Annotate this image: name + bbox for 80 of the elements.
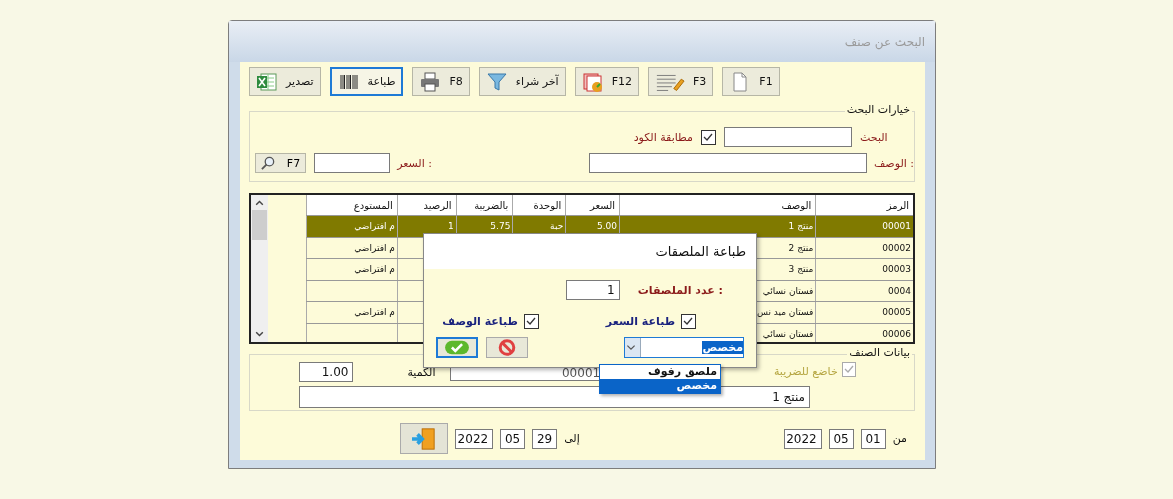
panel-legend: بيانات الصنف bbox=[847, 346, 912, 359]
table-cell: 00003 bbox=[882, 264, 911, 275]
checkbox-label: طباعة السعر bbox=[605, 315, 675, 328]
checkbox-label: خاضع للضريبة bbox=[773, 364, 838, 378]
search-label: البحث bbox=[860, 130, 889, 144]
description-label: الوصف : bbox=[873, 156, 914, 170]
table-cell: 00002 bbox=[882, 242, 911, 253]
cancel-button[interactable] bbox=[486, 337, 528, 358]
price-label: السعر : bbox=[397, 156, 432, 170]
checkbox[interactable] bbox=[681, 314, 696, 329]
window-title: البحث عن صنف bbox=[844, 34, 925, 49]
label-type-dropdown[interactable]: مخصص bbox=[624, 337, 744, 358]
search-icon bbox=[261, 155, 277, 171]
table-cell: م افتراضي bbox=[354, 221, 395, 232]
table-cell: فستان نسائي bbox=[762, 328, 814, 339]
table-cell: 00005 bbox=[882, 307, 911, 318]
checkmark-icon bbox=[444, 339, 470, 356]
checkbox-label: مطابقة الكود bbox=[633, 130, 693, 144]
table-cell: 0004 bbox=[888, 285, 911, 296]
chevron-up-icon[interactable] bbox=[254, 197, 265, 208]
search-button[interactable]: F7 bbox=[255, 153, 307, 173]
date-field[interactable]: 05 bbox=[500, 428, 526, 449]
search-field[interactable] bbox=[724, 127, 852, 147]
dropdown-option[interactable]: مخصص bbox=[600, 379, 720, 393]
description-field[interactable] bbox=[588, 153, 867, 173]
table-cell: منتج 1 bbox=[788, 221, 814, 232]
table-cell: 5.00 bbox=[597, 221, 618, 232]
toolbar-button[interactable]: F3 bbox=[648, 67, 714, 96]
to-label: إلى bbox=[564, 432, 580, 445]
table-cell: 5.75 bbox=[490, 221, 511, 232]
chevron-down-icon[interactable] bbox=[254, 329, 265, 340]
table-cell: 00006 bbox=[882, 328, 911, 339]
dialog-title: طباعة الملصقات bbox=[655, 244, 746, 259]
toolbar-button[interactable]: طباعة bbox=[329, 67, 404, 96]
date-field[interactable]: 05 bbox=[828, 428, 854, 449]
table-cell: حبة bbox=[550, 221, 564, 232]
spreadsheet-icon bbox=[256, 70, 278, 93]
checkbox[interactable] bbox=[701, 129, 716, 145]
from-label: من bbox=[892, 432, 907, 445]
table-cell: 1 bbox=[447, 221, 454, 232]
price-field[interactable] bbox=[314, 153, 391, 173]
table-cell: م افتراضي bbox=[354, 242, 395, 253]
scrollbar-thumb[interactable] bbox=[252, 210, 267, 240]
toolbar-button[interactable]: F8 bbox=[412, 67, 470, 96]
quantity-label: الكمية bbox=[407, 365, 436, 379]
ok-button[interactable] bbox=[436, 337, 478, 358]
column-header[interactable]: المستودع bbox=[306, 195, 397, 215]
column-header[interactable]: الرمز bbox=[815, 195, 913, 215]
calendar-icon bbox=[581, 70, 604, 93]
dropdown-option[interactable]: ملصق رفوف bbox=[600, 365, 720, 379]
exit-button[interactable] bbox=[400, 423, 449, 454]
printer-icon bbox=[419, 70, 442, 93]
table-cell: فستان نسائي bbox=[762, 285, 814, 296]
toolbar-button[interactable]: F12 bbox=[574, 67, 639, 96]
funnel-icon bbox=[485, 70, 508, 93]
table-cell: م افتراضي bbox=[354, 264, 395, 275]
toolbar-button[interactable]: F1 bbox=[722, 67, 780, 96]
quantity-field[interactable]: 1.00 bbox=[299, 362, 354, 382]
column-header[interactable]: الرصيد bbox=[396, 195, 456, 215]
count-label: عدد الملصقات : bbox=[637, 283, 723, 297]
date-field[interactable]: 2022 bbox=[455, 428, 494, 449]
toolbar-button[interactable]: تصدير bbox=[249, 67, 321, 96]
scrollbar[interactable] bbox=[251, 195, 268, 342]
column-header[interactable]: بالضريبة bbox=[455, 195, 513, 215]
table-cell: منتج 2 bbox=[788, 242, 814, 253]
count-field[interactable]: 1 bbox=[565, 280, 620, 300]
column-header[interactable]: الوحدة bbox=[512, 195, 566, 215]
table-cell: فستان ميد نس bbox=[756, 307, 814, 318]
table-cell: م افتراضي bbox=[354, 307, 395, 318]
table-cell: منتج 3 bbox=[788, 264, 814, 275]
checkbox-label: طباعة الوصف bbox=[442, 315, 518, 328]
date-field[interactable]: 29 bbox=[532, 428, 558, 449]
date-field[interactable]: 01 bbox=[860, 428, 886, 449]
table-cell: 00001 bbox=[882, 221, 911, 232]
checkbox[interactable] bbox=[523, 314, 539, 329]
column-header[interactable]: السعر bbox=[565, 195, 620, 215]
toolbar-button[interactable]: آخر شراء bbox=[478, 67, 566, 96]
date-field[interactable]: 2022 bbox=[783, 428, 822, 449]
panel-legend: خيارات البحث bbox=[844, 103, 912, 116]
column-header[interactable]: الوصف bbox=[619, 195, 816, 215]
